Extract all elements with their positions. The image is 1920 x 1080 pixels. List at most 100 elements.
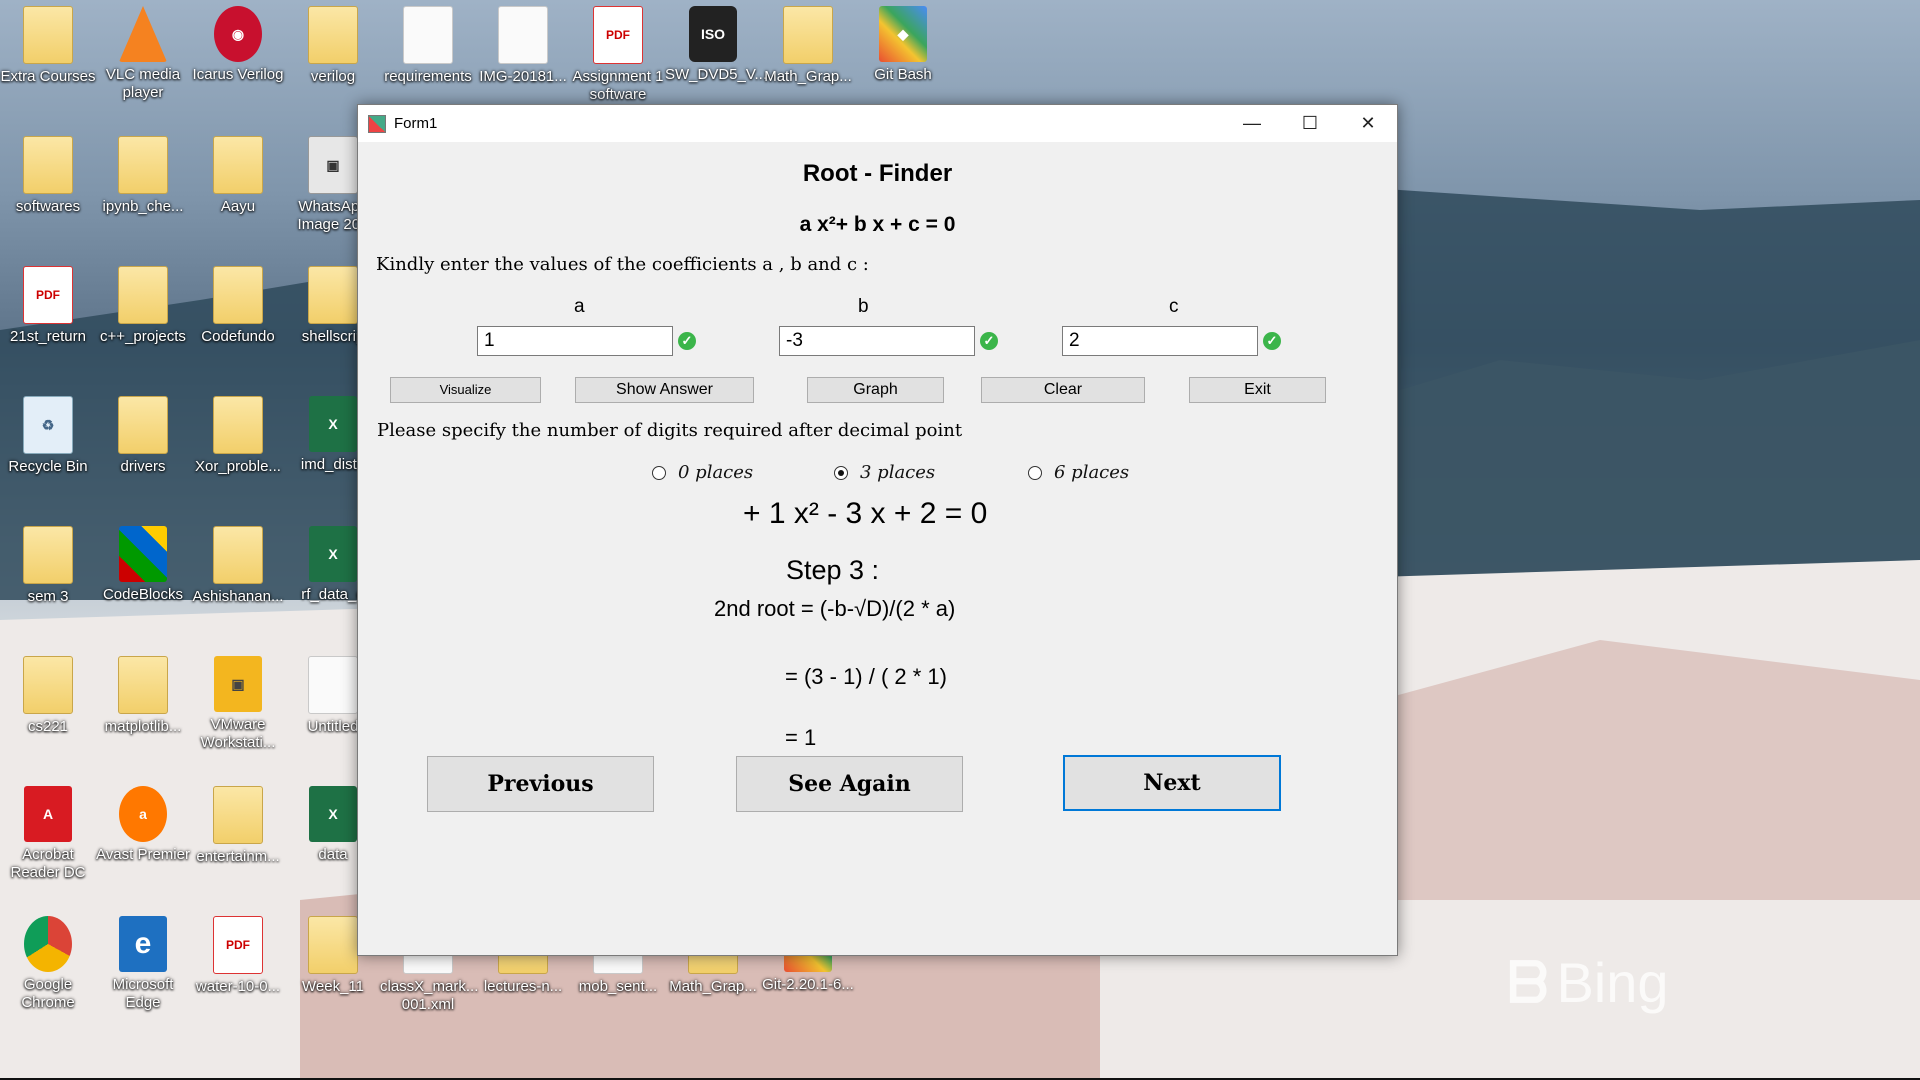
exit-button[interactable]: Exit <box>1189 377 1326 403</box>
excel-icon: X <box>309 396 357 452</box>
radio-3-places[interactable]: 3 places <box>834 462 935 483</box>
valid-check-icon: ✓ <box>1263 332 1281 350</box>
document-icon <box>403 6 453 64</box>
folder-icon <box>118 266 168 324</box>
desktop-icon[interactable]: A Acrobat Reader DC <box>0 780 96 882</box>
git-icon: ◆ <box>879 6 927 62</box>
close-button[interactable]: ✕ <box>1339 105 1397 142</box>
icarus-icon: ◉ <box>214 6 262 62</box>
folder-icon <box>23 656 73 714</box>
desktop-icon[interactable]: drivers <box>95 390 191 476</box>
next-button[interactable]: Next <box>1063 755 1281 811</box>
valid-check-icon: ✓ <box>980 332 998 350</box>
desktop-icon[interactable]: PDF Assignment 1 software <box>570 0 666 104</box>
desktop-icon[interactable]: entertainm... <box>190 780 286 866</box>
bing-watermark: ᗷ Bing <box>1508 950 1678 1030</box>
root-formula: 2nd root = (-b-√D)/(2 * a) <box>714 596 956 621</box>
desktop-icon[interactable]: VLC media player <box>95 0 191 102</box>
desktop-icon[interactable]: softwares <box>0 130 96 216</box>
radio-button[interactable] <box>652 465 666 480</box>
radio-0-places[interactable]: 0 places <box>652 462 753 483</box>
folder-icon <box>783 6 833 64</box>
iso-icon: ISO <box>689 6 737 62</box>
desktop-icon[interactable]: matplotlib... <box>95 650 191 736</box>
desktop-icon-label: VLC media player <box>105 66 181 101</box>
desktop-icon[interactable]: ◉ Icarus Verilog <box>190 0 286 84</box>
desktop-icon-label: Aayu <box>220 198 256 215</box>
desktop-icon[interactable]: Ashishanan... <box>190 520 286 606</box>
desktop-icon[interactable]: ISO SW_DVD5_V... <box>665 0 767 84</box>
recycle-bin-icon: ♻ <box>23 396 73 454</box>
desktop-icon-label: Xor_proble... <box>195 458 281 475</box>
acrobat-icon: A <box>24 786 72 842</box>
folder-icon <box>23 526 73 584</box>
desktop-icon[interactable]: verilog <box>285 0 381 86</box>
radio-button-selected[interactable] <box>834 465 848 480</box>
title-bar[interactable]: Form1 — ☐ ✕ <box>358 105 1397 142</box>
document-icon <box>498 6 548 64</box>
desktop-icon[interactable]: ◆ Git Bash <box>855 0 951 84</box>
radio-6-places[interactable]: 6 places <box>1028 462 1129 483</box>
minimize-button[interactable]: — <box>1223 105 1281 142</box>
see-again-button[interactable]: See Again <box>736 756 963 812</box>
folder-icon <box>213 526 263 584</box>
desktop-icon-label: drivers <box>120 458 166 475</box>
desktop-icon[interactable]: PDF water-10-0... <box>190 910 286 996</box>
folder-icon <box>23 136 73 194</box>
desktop-icon[interactable]: Extra Courses <box>0 0 96 86</box>
desktop-icon-label: classX_mark... 001.xml <box>380 978 479 1013</box>
desktop-icon-label: IMG-20181... <box>479 68 567 85</box>
pdf-icon: PDF <box>593 6 643 64</box>
desktop-icon-label: VMware Workstati... <box>200 716 276 751</box>
coefficient-b-input[interactable]: -3 <box>779 326 975 356</box>
visualize-button[interactable]: Visualize <box>390 377 541 403</box>
desktop-icon[interactable]: c++_projects <box>95 260 191 346</box>
desktop-icon-label: Week_11 <box>302 978 364 995</box>
general-equation: a x²+ b x + c = 0 <box>799 213 956 236</box>
edge-icon: e <box>119 916 167 972</box>
page-title: Root - Finder <box>802 160 953 187</box>
desktop-icon[interactable]: CodeBlocks <box>95 520 191 604</box>
desktop-icon[interactable]: Math_Grap... <box>760 0 856 86</box>
desktop-icon[interactable]: Codefundo <box>190 260 286 346</box>
desktop-icon[interactable]: sem 3 <box>0 520 96 606</box>
desktop-icon[interactable]: cs221 <box>0 650 96 736</box>
desktop-icon[interactable]: Aayu <box>190 130 286 216</box>
radio-button[interactable] <box>1028 465 1042 480</box>
coefficient-c-label: c <box>1169 296 1179 317</box>
document-icon <box>308 656 358 714</box>
pdf-icon: PDF <box>213 916 263 974</box>
radio-label: 6 places <box>1054 462 1130 483</box>
vmware-icon: ▣ <box>214 656 262 712</box>
folder-icon <box>118 396 168 454</box>
maximize-button[interactable]: ☐ <box>1281 105 1339 142</box>
desktop-icon[interactable]: a Avast Premier <box>95 780 191 864</box>
desktop-icon-label: Git-2.20.1-6... <box>762 976 854 993</box>
desktop-icon[interactable]: requirements <box>380 0 476 86</box>
show-answer-button[interactable]: Show Answer <box>575 377 754 403</box>
coefficient-c-input[interactable]: 2 <box>1062 326 1258 356</box>
desktop-icon[interactable]: e Microsoft Edge <box>95 910 191 1012</box>
radio-label: 3 places <box>860 462 936 483</box>
valid-check-icon: ✓ <box>678 332 696 350</box>
desktop-icon[interactable]: IMG-20181... <box>475 0 571 86</box>
desktop-icon-label: CodeBlocks <box>102 586 184 603</box>
folder-icon <box>213 786 263 844</box>
clear-button[interactable]: Clear <box>981 377 1145 403</box>
desktop-icon[interactable]: ipynb_che... <box>95 130 191 216</box>
desktop-icon[interactable]: ▣ VMware Workstati... <box>190 650 286 752</box>
previous-button[interactable]: Previous <box>427 756 654 812</box>
desktop-icon[interactable]: PDF 21st_return <box>0 260 96 346</box>
desktop-icon[interactable]: Google Chrome <box>0 910 96 1012</box>
chrome-icon <box>24 916 72 972</box>
desktop-icon-label: cs221 <box>27 718 69 735</box>
desktop-icon-label: Icarus Verilog <box>192 66 284 83</box>
desktop-icon[interactable]: ♻ Recycle Bin <box>0 390 96 476</box>
graph-button[interactable]: Graph <box>807 377 944 403</box>
desktop-icon-label: mob_sent... <box>578 978 658 995</box>
coefficient-a-input[interactable]: 1 <box>477 326 673 356</box>
folder-icon <box>213 136 263 194</box>
desktop-icon[interactable]: Xor_proble... <box>190 390 286 476</box>
desktop-icon-label: Assignment 1 software <box>572 68 664 103</box>
form-body: Root - Finder a x²+ b x + c = 0 Kindly e… <box>358 142 1397 954</box>
